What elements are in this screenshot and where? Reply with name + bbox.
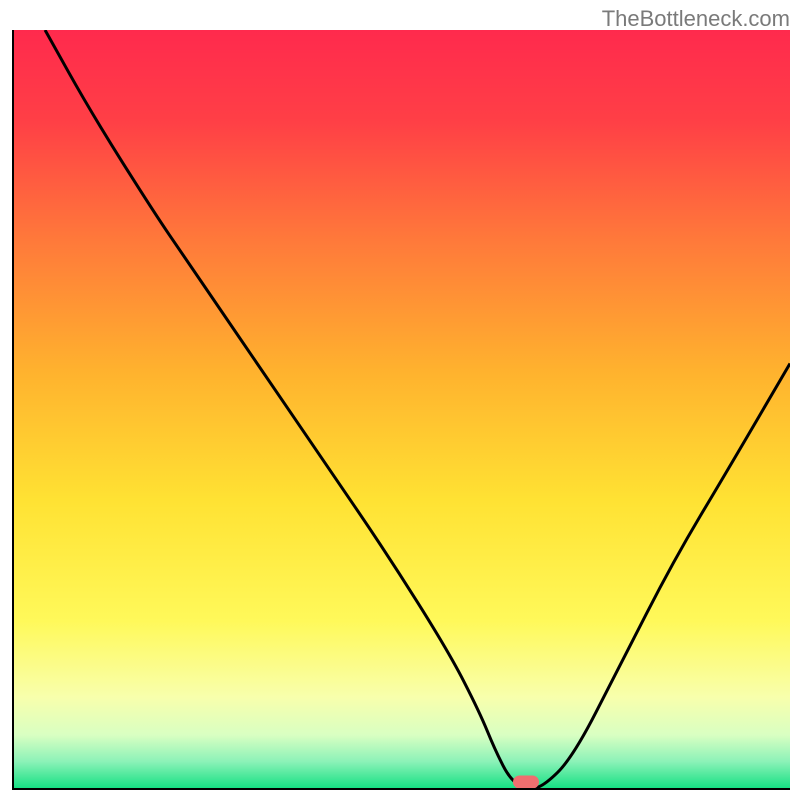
curve-svg — [14, 30, 790, 788]
optimum-marker — [513, 775, 539, 788]
bottleneck-curve — [45, 30, 790, 788]
chart-container: TheBottleneck.com — [0, 0, 800, 800]
plot-area — [12, 30, 790, 790]
watermark-text: TheBottleneck.com — [602, 6, 790, 32]
